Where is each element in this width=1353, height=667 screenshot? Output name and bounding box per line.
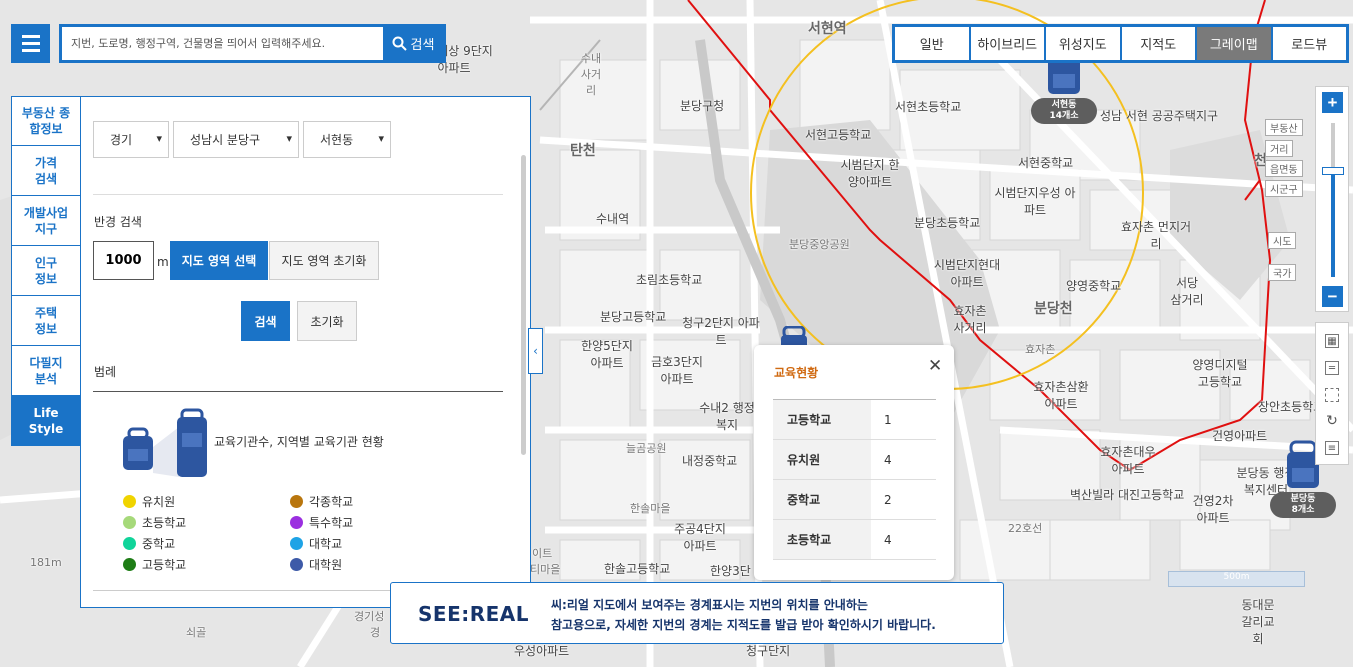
zoom-label[interactable]: 국가 bbox=[1268, 264, 1297, 281]
map-type-switcher: 일반 하이브리드 위성지도 지적도 그레이맵 로드뷰 bbox=[892, 24, 1349, 63]
legend-dot bbox=[123, 495, 136, 508]
legend-dot bbox=[123, 516, 136, 529]
zoom-label[interactable]: 읍면동 bbox=[1265, 160, 1303, 177]
tab-housing-info[interactable]: 주택 정보 bbox=[11, 296, 81, 346]
radius-input[interactable] bbox=[93, 241, 154, 280]
education-status-popup: 교육현황 ✕ 고등학교 1 유치원 4 중학교 2 초등학교 4 bbox=[754, 345, 954, 580]
tab-life-style[interactable]: Life Style bbox=[11, 396, 81, 446]
search-input[interactable] bbox=[62, 27, 383, 60]
map-type-hybrid[interactable]: 하이브리드 bbox=[970, 27, 1046, 60]
legend-dot bbox=[290, 558, 303, 571]
legend-item-high-school: 고등학교 bbox=[123, 556, 186, 573]
search-icon bbox=[392, 36, 407, 51]
map-type-cadastral[interactable]: 지적도 bbox=[1121, 27, 1197, 60]
row-value: 4 bbox=[871, 519, 936, 560]
list-icon[interactable]: ≡ bbox=[1325, 441, 1339, 455]
legend-dot bbox=[290, 537, 303, 550]
map-tools: ▦ ═ ↻ ≡ bbox=[1315, 322, 1349, 465]
map-type-gray[interactable]: 그레이맵 bbox=[1197, 27, 1273, 60]
row-value: 4 bbox=[871, 439, 936, 480]
menu-icon-line bbox=[21, 35, 40, 38]
refresh-icon[interactable]: ↻ bbox=[1325, 413, 1339, 429]
row-label: 초등학교 bbox=[773, 519, 871, 560]
area-select-icon[interactable] bbox=[1325, 388, 1339, 402]
legend-dot bbox=[290, 495, 303, 508]
row-value: 2 bbox=[871, 479, 936, 520]
school-bag-legend-icon bbox=[123, 408, 207, 477]
table-row: 중학교 2 bbox=[773, 479, 936, 520]
chevron-left-icon: ‹ bbox=[533, 344, 538, 358]
legend-title: 범례 bbox=[94, 365, 117, 379]
legend-dot bbox=[290, 516, 303, 529]
zoom-control: + − bbox=[1315, 86, 1349, 312]
close-icon[interactable]: ✕ bbox=[928, 356, 942, 376]
panel-scrollbar[interactable] bbox=[521, 155, 526, 455]
reset-map-area-button[interactable]: 지도 영역 초기화 bbox=[269, 241, 379, 280]
select-map-area-button[interactable]: 지도 영역 선택 bbox=[170, 241, 268, 280]
boundary-notice: SEE:REAL 씨:리얼 지도에서 보여주는 경계표시는 지번의 위치를 안내… bbox=[390, 582, 1004, 644]
search-button[interactable]: 검색 bbox=[383, 27, 443, 60]
tab-population-info[interactable]: 인구 정보 bbox=[11, 246, 81, 296]
zoom-label[interactable]: 시군구 bbox=[1265, 180, 1303, 197]
table-row: 초등학교 4 bbox=[773, 519, 936, 560]
ruler-icon[interactable]: ═ bbox=[1325, 361, 1339, 375]
search-bar: 검색 bbox=[59, 24, 446, 63]
zoom-level-fill bbox=[1331, 172, 1335, 277]
legend-item-kindergarten: 유치원 bbox=[123, 493, 175, 510]
menu-icon-line bbox=[21, 49, 40, 52]
reset-button[interactable]: 초기화 bbox=[297, 301, 357, 341]
map-type-roadview[interactable]: 로드뷰 bbox=[1272, 27, 1346, 60]
collapse-panel-button[interactable]: ‹ bbox=[528, 328, 543, 374]
row-label: 유치원 bbox=[773, 439, 871, 480]
zoom-label[interactable]: 거리 bbox=[1265, 140, 1294, 157]
table-row: 유치원 4 bbox=[773, 439, 936, 480]
tab-price-search[interactable]: 가격 검색 bbox=[11, 146, 81, 196]
life-style-panel: 경기 성남시 분당구 서현동 반경 검색 m 지도 영역 선택 지도 영역 초기… bbox=[80, 96, 531, 608]
legend-item-misc-school: 각종학교 bbox=[290, 493, 353, 510]
map-type-satellite[interactable]: 위성지도 bbox=[1046, 27, 1122, 60]
divider bbox=[93, 391, 503, 392]
province-select[interactable]: 경기 bbox=[93, 121, 169, 158]
seereal-logo: SEE:REAL bbox=[418, 602, 530, 626]
map-scale-bar: 500m bbox=[1168, 571, 1305, 587]
map-type-normal[interactable]: 일반 bbox=[895, 27, 971, 60]
legend-item-university: 대학교 bbox=[290, 535, 342, 552]
menu-icon-line bbox=[21, 42, 40, 45]
marker-label: 서현동 14개소 bbox=[1031, 98, 1097, 124]
row-label: 중학교 bbox=[773, 479, 871, 520]
dong-select[interactable]: 서현동 bbox=[303, 121, 391, 158]
legend-description: 교육기관수, 지역별 교육기관 현황 bbox=[214, 435, 384, 449]
divider bbox=[93, 194, 503, 195]
legend-item-special-school: 특수학교 bbox=[290, 514, 353, 531]
legend-dot bbox=[123, 537, 136, 550]
radius-search-title: 반경 검색 bbox=[94, 215, 142, 229]
calculator-icon[interactable]: ▦ bbox=[1325, 334, 1339, 348]
zoom-slider-handle[interactable] bbox=[1322, 167, 1344, 175]
tab-real-estate-info[interactable]: 부동산 종합정보 bbox=[11, 96, 81, 146]
zoom-label[interactable]: 시도 bbox=[1268, 232, 1297, 249]
legend-item-graduate-school: 대학원 bbox=[290, 556, 342, 573]
city-select[interactable]: 성남시 분당구 bbox=[173, 121, 299, 158]
notice-text: 씨:리얼 지도에서 보여주는 경계표시는 지번의 위치를 안내하는 참고용으로,… bbox=[551, 598, 936, 632]
education-status-table: 고등학교 1 유치원 4 중학교 2 초등학교 4 bbox=[773, 399, 936, 560]
legend-item-middle-school: 중학교 bbox=[123, 535, 175, 552]
radius-unit: m bbox=[157, 255, 169, 269]
zoom-out-button[interactable]: − bbox=[1322, 286, 1343, 307]
menu-button[interactable] bbox=[11, 24, 50, 63]
search-panel-button[interactable]: 검색 bbox=[241, 301, 290, 341]
left-tab-menu: 부동산 종합정보 가격 검색 개발사업 지구 인구 정보 주택 정보 다필지 분… bbox=[11, 96, 81, 446]
table-row: 고등학교 1 bbox=[773, 399, 936, 440]
tab-development-district[interactable]: 개발사업 지구 bbox=[11, 196, 81, 246]
zoom-in-button[interactable]: + bbox=[1322, 92, 1343, 113]
row-value: 1 bbox=[871, 399, 936, 440]
legend-item-elementary: 초등학교 bbox=[123, 514, 186, 531]
tab-multi-lot-analysis[interactable]: 다필지 분석 bbox=[11, 346, 81, 396]
marker-label: 분당동 8개소 bbox=[1270, 492, 1336, 518]
search-button-label: 검색 bbox=[410, 38, 435, 53]
popup-title: 교육현황 bbox=[774, 366, 819, 380]
zoom-label[interactable]: 부동산 bbox=[1265, 119, 1303, 136]
legend-dot bbox=[123, 558, 136, 571]
row-label: 고등학교 bbox=[773, 399, 871, 440]
